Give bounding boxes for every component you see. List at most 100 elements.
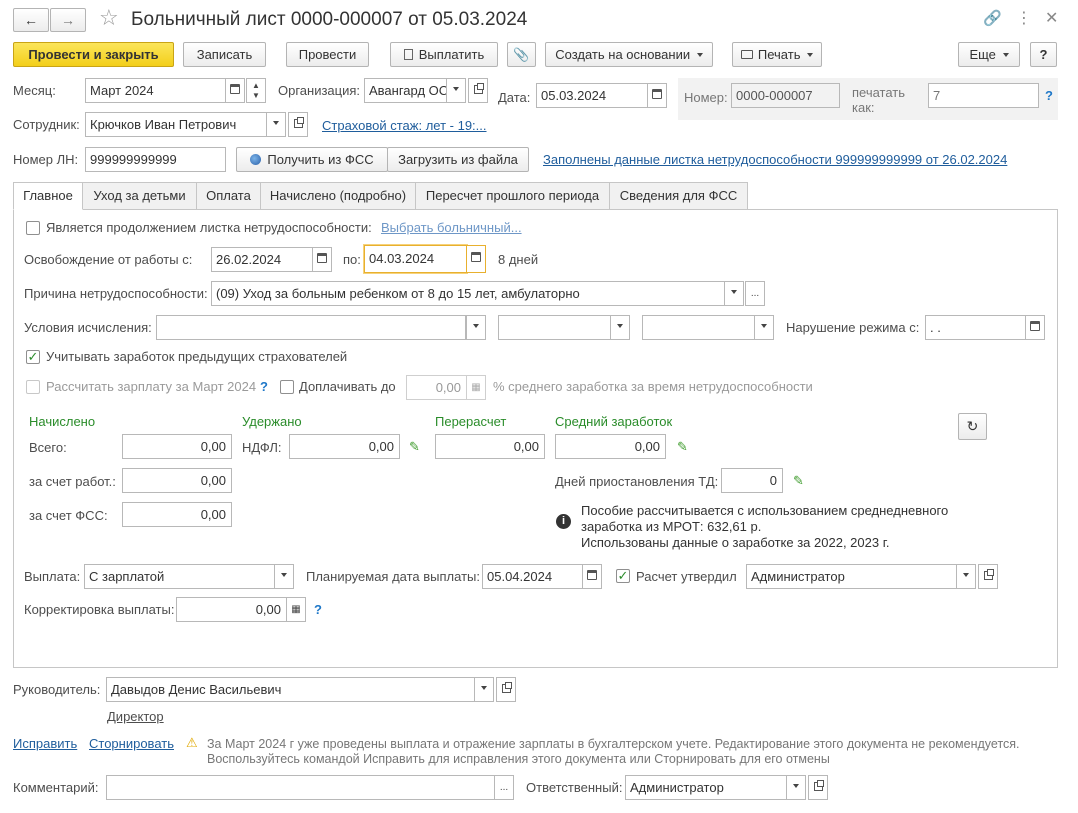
- approved-by-dropdown[interactable]: [956, 564, 976, 589]
- employee-dropdown-button[interactable]: [266, 112, 286, 137]
- employee-field[interactable]: Крючков Иван Петрович: [85, 112, 268, 137]
- info-icon: i: [556, 514, 571, 529]
- prev-insurers-label: Учитывать заработок предыдущих страховат…: [46, 349, 348, 364]
- pay-button[interactable]: Выплатить: [390, 42, 498, 67]
- calc-condition-1-dropdown[interactable]: [466, 315, 486, 340]
- refresh-button[interactable]: ↻: [958, 413, 987, 440]
- tab-recalculation[interactable]: Пересчет прошлого периода: [415, 182, 610, 210]
- post-and-close-button[interactable]: Провести и закрыть: [13, 42, 174, 67]
- link-icon[interactable]: 🔗: [983, 9, 1002, 27]
- print-as-field[interactable]: [928, 83, 1039, 108]
- reason-select-button[interactable]: ...: [745, 281, 765, 306]
- month-calendar-button[interactable]: [225, 78, 245, 103]
- tab-child-care[interactable]: Уход за детьми: [82, 182, 197, 210]
- violation-field[interactable]: . .: [925, 315, 1026, 340]
- calc-condition-1-field[interactable]: [156, 315, 466, 340]
- comment-field[interactable]: [106, 775, 495, 800]
- calc-condition-2-dropdown[interactable]: [610, 315, 630, 340]
- calc-condition-3-dropdown[interactable]: [754, 315, 774, 340]
- total-field[interactable]: 0,00: [122, 434, 232, 459]
- employer-part-field[interactable]: 0,00: [122, 468, 232, 493]
- back-button[interactable]: ←: [13, 8, 49, 32]
- head-position-link[interactable]: Директор: [107, 709, 164, 725]
- reason-dropdown-button[interactable]: [724, 281, 744, 306]
- responsible-dropdown-button[interactable]: [786, 775, 806, 800]
- more-button[interactable]: Еще: [958, 42, 1020, 67]
- planned-date-field[interactable]: 05.04.2024: [482, 564, 583, 589]
- reason-field[interactable]: (09) Уход за больным ребенком от 8 до 15…: [211, 281, 725, 306]
- insurance-record-link[interactable]: Страховой стаж: лет - 19:...: [322, 118, 487, 134]
- approved-by-open-button[interactable]: [978, 564, 998, 589]
- attach-button[interactable]: 📎: [507, 42, 536, 67]
- employee-open-button[interactable]: [288, 112, 308, 137]
- fss-part-field[interactable]: 0,00: [122, 502, 232, 527]
- release-to-field[interactable]: 04.03.2024: [364, 245, 467, 273]
- post-button[interactable]: Провести: [286, 42, 369, 67]
- save-button[interactable]: Записать: [183, 42, 266, 67]
- favorite-star-icon[interactable]: ☆: [99, 6, 119, 30]
- month-stepper[interactable]: ▲ ▼: [246, 78, 266, 103]
- storno-link[interactable]: Сторнировать: [89, 736, 174, 752]
- organization-field[interactable]: Авангард ОС: [364, 78, 448, 103]
- release-to-calendar-button[interactable]: [466, 245, 486, 273]
- avg-earnings-field[interactable]: 0,00: [555, 434, 666, 459]
- suspension-days-field[interactable]: 0: [721, 468, 783, 493]
- correction-label: Корректировка выплаты:: [24, 602, 175, 617]
- correction-field[interactable]: 0,00: [176, 597, 287, 622]
- calc-salary-checkbox[interactable]: [26, 380, 40, 394]
- calc-condition-3-field[interactable]: [642, 315, 755, 340]
- print-button[interactable]: Печать: [732, 42, 822, 67]
- organization-open-button[interactable]: [468, 78, 488, 103]
- ndfl-edit-icon[interactable]: ✎: [409, 439, 420, 455]
- continuation-checkbox[interactable]: [26, 221, 40, 235]
- ln-number-field[interactable]: 999999999999: [85, 147, 226, 172]
- month-field[interactable]: Март 2024: [85, 78, 226, 103]
- planned-date-calendar-button[interactable]: [582, 564, 602, 589]
- pay-extra-field[interactable]: 0,00: [406, 375, 467, 400]
- filled-data-link[interactable]: Заполнены данные листка нетрудоспособнос…: [543, 152, 1007, 168]
- help-button[interactable]: ?: [1030, 42, 1057, 67]
- recalc-field[interactable]: 0,00: [435, 434, 545, 459]
- release-from-calendar-button[interactable]: [312, 247, 332, 272]
- payout-field[interactable]: С зарплатой: [84, 564, 275, 589]
- comment-label: Комментарий:: [13, 780, 99, 795]
- approved-by-field[interactable]: Администратор: [746, 564, 957, 589]
- load-from-file-button[interactable]: Загрузить из файла: [387, 147, 529, 172]
- tab-main[interactable]: Главное: [13, 182, 83, 210]
- forward-button[interactable]: →: [50, 8, 86, 32]
- date-field[interactable]: 05.03.2024: [536, 83, 648, 108]
- date-calendar-button[interactable]: [647, 83, 667, 108]
- approved-checkbox[interactable]: ✓: [616, 569, 630, 583]
- correction-help-icon[interactable]: ?: [314, 602, 322, 617]
- more-vertical-icon[interactable]: ⋮: [1016, 8, 1032, 28]
- tab-payment[interactable]: Оплата: [196, 182, 261, 210]
- close-icon[interactable]: ✕: [1045, 8, 1058, 28]
- pay-extra-calc-button[interactable]: ▦: [466, 375, 486, 400]
- chevron-down-icon: [453, 87, 459, 92]
- get-from-fss-button[interactable]: Получить из ФСС: [236, 147, 388, 172]
- calc-salary-help-icon[interactable]: ?: [260, 379, 268, 394]
- fix-link[interactable]: Исправить: [13, 736, 77, 752]
- violation-calendar-button[interactable]: [1025, 315, 1045, 340]
- ndfl-field[interactable]: 0,00: [289, 434, 400, 459]
- tab-accrued-detailed[interactable]: Начислено (подробно): [260, 182, 416, 210]
- choose-sick-leave-link[interactable]: Выбрать больничный...: [381, 220, 522, 236]
- responsible-field[interactable]: Администратор: [625, 775, 787, 800]
- create-based-button[interactable]: Создать на основании: [545, 42, 713, 67]
- responsible-open-button[interactable]: [808, 775, 828, 800]
- suspension-edit-icon[interactable]: ✎: [793, 473, 804, 489]
- comment-expand-button[interactable]: ...: [494, 775, 514, 800]
- pay-extra-checkbox[interactable]: [280, 380, 294, 394]
- print-as-help-icon[interactable]: ?: [1045, 88, 1053, 103]
- head-field[interactable]: Давыдов Денис Васильевич: [106, 677, 475, 702]
- organization-dropdown-button[interactable]: [446, 78, 466, 103]
- release-from-field[interactable]: 26.02.2024: [211, 247, 313, 272]
- head-dropdown-button[interactable]: [474, 677, 494, 702]
- avg-earnings-edit-icon[interactable]: ✎: [677, 439, 688, 455]
- head-open-button[interactable]: [496, 677, 516, 702]
- prev-insurers-checkbox[interactable]: ✓: [26, 350, 40, 364]
- tab-fss-info[interactable]: Сведения для ФСС: [609, 182, 748, 210]
- payout-dropdown-button[interactable]: [274, 564, 294, 589]
- calc-condition-2-field[interactable]: [498, 315, 611, 340]
- correction-calc-button[interactable]: ▦: [286, 597, 306, 622]
